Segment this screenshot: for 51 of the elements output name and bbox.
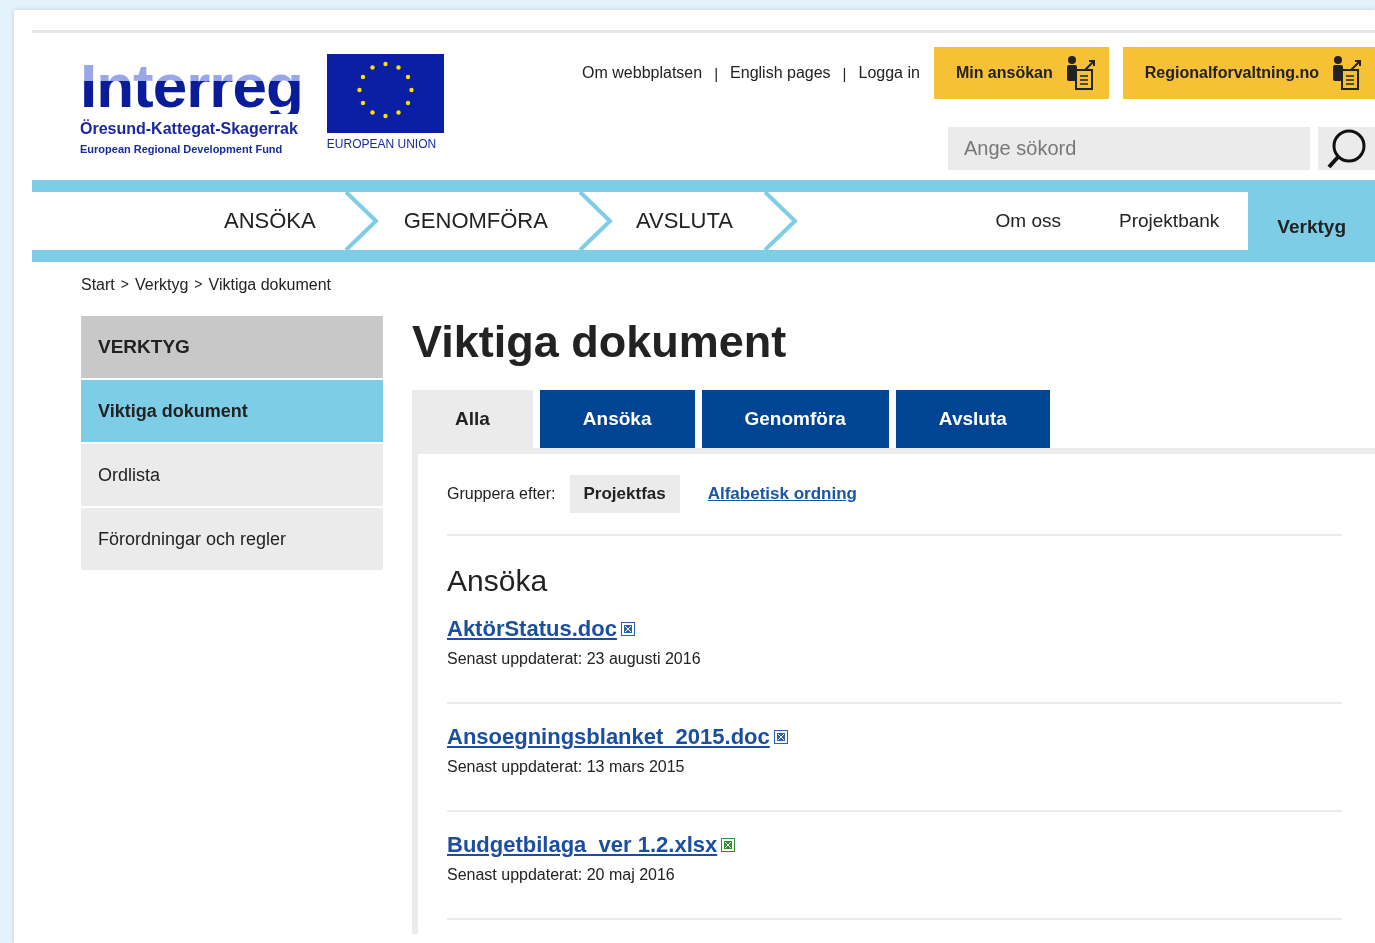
- section-heading: Ansöka: [447, 564, 549, 598]
- breadcrumb-separator: >: [194, 276, 203, 294]
- word-file-icon: [620, 622, 635, 636]
- group-by-label: Gruppera efter:: [447, 485, 556, 503]
- page-title: Viktiga dokument: [412, 316, 788, 368]
- top-link[interactable]: Om webbplatsen: [582, 64, 703, 82]
- nav-link[interactable]: Projektbank: [1090, 192, 1249, 250]
- sidebar-title: VERKTYG: [81, 316, 383, 378]
- eu-flag-icon: [326, 54, 444, 133]
- tab[interactable]: Alla: [412, 390, 533, 448]
- breadcrumb-separator: >: [120, 276, 129, 294]
- action-button[interactable]: Min ansökan: [933, 47, 1109, 99]
- updated-date: Senast uppdaterat: 20 maj 2016: [447, 866, 675, 884]
- sidebar-item[interactable]: Förordningar och regler: [81, 508, 383, 570]
- person-document-icon: [1331, 56, 1363, 90]
- breadcrumb-link[interactable]: Verktyg: [135, 276, 189, 302]
- nav-link[interactable]: Om oss: [966, 192, 1090, 250]
- separator: |: [842, 64, 847, 82]
- separator: |: [714, 64, 719, 82]
- phase-nav-link[interactable]: ANSÖKA: [224, 208, 316, 234]
- person-document-icon: [1064, 56, 1097, 90]
- updated-date: Senast uppdaterat: 23 augusti 2016: [447, 650, 701, 668]
- document-link[interactable]: Budgetbilaga_ver 1.2.xlsx: [447, 832, 718, 858]
- top-link[interactable]: English pages: [730, 64, 831, 82]
- top-link[interactable]: Logga in: [858, 64, 920, 82]
- group-option[interactable]: Projektfas: [569, 475, 680, 513]
- tab[interactable]: Ansöka: [539, 390, 695, 448]
- updated-date: Senast uppdaterat: 13 mars 2015: [447, 758, 685, 776]
- tab[interactable]: Genomföra: [701, 390, 889, 448]
- search-button[interactable]: [1318, 127, 1375, 170]
- sidebar-item[interactable]: Viktiga dokument: [81, 380, 383, 442]
- tab[interactable]: Avsluta: [895, 390, 1050, 448]
- action-button[interactable]: Regionalforvaltning.no: [1122, 47, 1375, 99]
- logo-eu-text: EUROPEAN UNION: [326, 137, 438, 151]
- sidebar-item[interactable]: Ordlista: [81, 444, 383, 506]
- document-link[interactable]: Ansoegningsblanket_2015.doc: [447, 724, 770, 750]
- chevron-icon: [343, 192, 380, 250]
- search-field[interactable]: Ange sökord: [948, 127, 1310, 170]
- logo-region: Öresund-Kattegat-Skagerrak: [80, 120, 299, 138]
- logo-fund: European Regional Development Fund: [80, 143, 284, 155]
- word-file-icon: [773, 730, 788, 744]
- search-icon: [1325, 127, 1368, 170]
- breadcrumb-link[interactable]: Start: [81, 276, 115, 302]
- spreadsheet-file-icon: [721, 838, 736, 852]
- document-link[interactable]: AktörStatus.doc: [447, 616, 617, 642]
- chevron-icon: [577, 192, 614, 250]
- phase-nav-link[interactable]: GENOMFÖRA: [403, 208, 548, 234]
- breadcrumb-link[interactable]: Viktiga dokument: [208, 276, 331, 302]
- group-option[interactable]: Alfabetisk ordning: [693, 475, 871, 513]
- chevron-icon: [762, 192, 799, 250]
- phase-nav-link[interactable]: AVSLUTA: [635, 208, 733, 234]
